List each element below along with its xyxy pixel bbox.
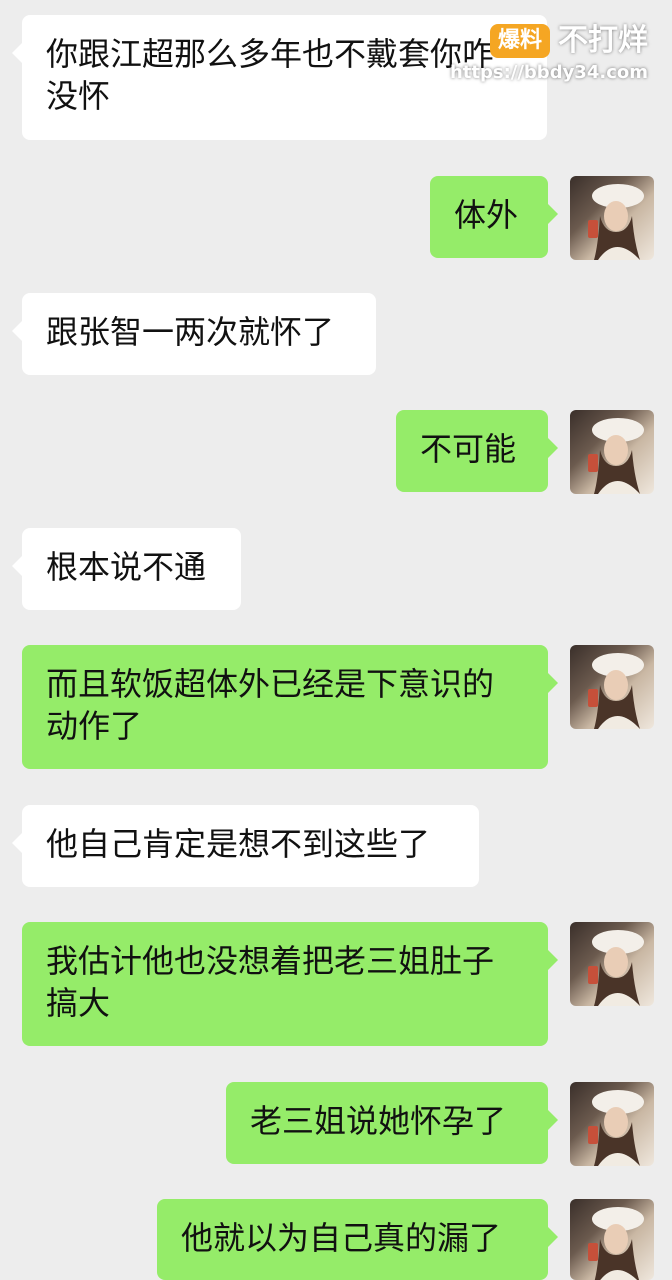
user-avatar-icon[interactable] <box>570 1082 654 1166</box>
watermark-brand: 不打烊 <box>558 23 648 58</box>
user-avatar-icon[interactable] <box>570 176 654 260</box>
message-bubble-outgoing[interactable]: 体外 <box>430 176 558 258</box>
user-avatar-icon[interactable] <box>570 1199 654 1280</box>
user-avatar-icon[interactable] <box>570 410 654 494</box>
user-avatar-icon[interactable] <box>570 645 654 729</box>
message-bubble-incoming[interactable]: 根本说不通 <box>12 528 241 610</box>
user-avatar-icon[interactable] <box>570 922 654 1006</box>
message-bubble-incoming[interactable]: 他自己肯定是想不到这些了 <box>12 805 479 887</box>
watermark-badge: 爆料 <box>489 24 550 58</box>
watermark-header: 爆料 不打烊 <box>489 23 648 58</box>
message-bubble-outgoing[interactable]: 我估计他也没想着把老三姐肚子 搞大 <box>22 922 558 1046</box>
message-bubble-outgoing[interactable]: 不可能 <box>396 410 558 492</box>
chat-conversation: 你跟江超那么多年也不戴套你咋 没怀 体外 跟张智一两次就怀了 不可能 根本说不通… <box>0 0 672 1280</box>
watermark: 爆料 不打烊 https://bbdy34.com <box>450 24 648 84</box>
message-bubble-outgoing[interactable]: 老三姐说她怀孕了 <box>226 1082 558 1164</box>
message-bubble-incoming[interactable]: 跟张智一两次就怀了 <box>12 293 376 375</box>
message-bubble-outgoing[interactable]: 他就以为自己真的漏了 <box>157 1199 558 1280</box>
message-bubble-outgoing[interactable]: 而且软饭超体外已经是下意识的 动作了 <box>22 645 558 769</box>
watermark-url: https://bbdy34.com <box>449 62 648 83</box>
